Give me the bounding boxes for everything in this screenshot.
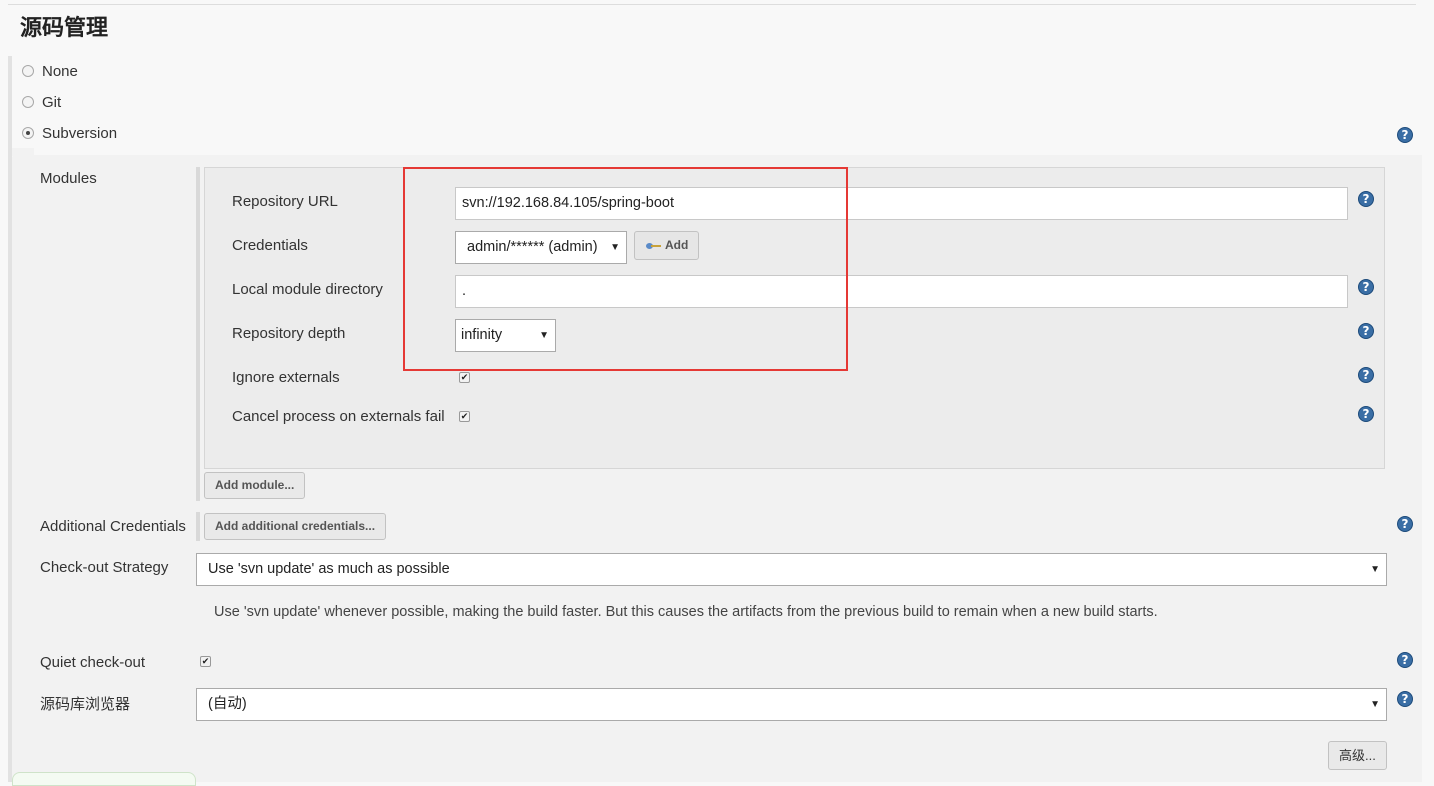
chevron-down-icon: ▼ <box>1370 699 1380 710</box>
additional-credentials-help-icon[interactable]: ? <box>1397 516 1413 532</box>
local-module-directory-help-icon[interactable]: ? <box>1358 279 1374 295</box>
radio-git-label: Git <box>42 93 62 111</box>
ignore-externals-label: Ignore externals <box>232 369 340 386</box>
quiet-checkout-help-icon[interactable]: ? <box>1397 652 1413 668</box>
repository-url-help-icon[interactable]: ? <box>1358 191 1374 207</box>
ignore-externals-help-icon[interactable]: ? <box>1358 367 1374 383</box>
scm-option-none[interactable]: None <box>22 60 78 82</box>
highlight-annotation-box <box>403 167 848 371</box>
modules-label: Modules <box>40 170 97 187</box>
quiet-checkout-label: Quiet check-out <box>40 654 146 671</box>
next-section-tab[interactable] <box>12 772 196 786</box>
scm-option-git[interactable]: Git <box>22 91 61 113</box>
repo-browser-help-icon[interactable]: ? <box>1397 691 1413 707</box>
radio-none-label: None <box>42 62 78 80</box>
credentials-label: Credentials <box>232 237 308 254</box>
cancel-on-externals-fail-help-icon[interactable]: ? <box>1358 406 1374 422</box>
add-module-button[interactable]: Add module... <box>204 472 306 499</box>
cancel-on-externals-fail-label: Cancel process on externals fail <box>232 408 445 425</box>
cancel-on-externals-fail-checkbox[interactable]: ✔ <box>459 411 470 422</box>
checkout-strategy-select[interactable]: Use 'svn update' as much as possible ▼ <box>196 553 1387 586</box>
add-additional-credentials-button[interactable]: Add additional credentials... <box>204 513 387 540</box>
chevron-down-icon: ▼ <box>1370 564 1380 575</box>
subversion-help-icon[interactable]: ? <box>1397 127 1413 143</box>
radio-subversion-label: Subversion <box>42 124 118 142</box>
radio-subversion[interactable] <box>22 127 34 139</box>
checkout-strategy-select-value: Use 'svn update' as much as possible <box>208 561 450 577</box>
radio-none[interactable] <box>22 65 34 77</box>
modules-left-border <box>196 167 200 501</box>
additional-credentials-label: Additional Credentials <box>40 518 186 535</box>
advanced-button[interactable]: 高级... <box>1328 741 1387 770</box>
top-divider <box>8 4 1416 5</box>
checkout-strategy-label: Check-out Strategy <box>40 559 169 576</box>
repository-depth-label: Repository depth <box>232 325 346 342</box>
additional-credentials-left-border <box>196 512 200 541</box>
local-module-directory-label: Local module directory <box>232 281 383 298</box>
quiet-checkout-checkbox[interactable]: ✔ <box>200 656 211 667</box>
repository-depth-help-icon[interactable]: ? <box>1358 323 1374 339</box>
repo-browser-label: 源码库浏览器 <box>40 696 131 713</box>
checkout-strategy-description: Use 'svn update' whenever possible, maki… <box>214 604 1158 620</box>
radio-git[interactable] <box>22 96 34 108</box>
scm-option-subversion[interactable]: Subversion <box>22 122 117 144</box>
repository-url-label: Repository URL <box>232 193 338 210</box>
repo-browser-select-value: (自动) <box>208 696 247 712</box>
ignore-externals-checkbox[interactable]: ✔ <box>459 372 470 383</box>
section-title: 源码管理 <box>20 16 109 41</box>
repo-browser-select[interactable]: (自动) ▼ <box>196 688 1387 721</box>
